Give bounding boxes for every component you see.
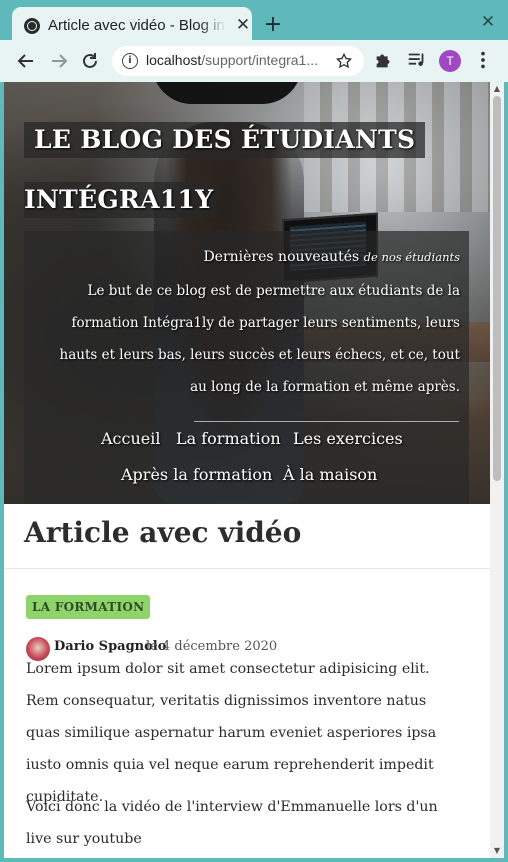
- globe-icon: [24, 18, 40, 34]
- nav-link-a-la-maison[interactable]: À la maison: [283, 464, 377, 486]
- browser-toolbar: i localhost/support/integra1... T: [0, 40, 508, 82]
- site-title-line1[interactable]: LE BLOG DES ÉTUDIANTS: [24, 122, 426, 158]
- arrow-right-icon: [52, 54, 68, 68]
- back-button[interactable]: [14, 49, 38, 73]
- page-scrollbar[interactable]: ▲ ▼: [490, 82, 504, 858]
- site-description: Le but de ce blog est de permettre aux é…: [59, 283, 461, 395]
- profile-avatar[interactable]: T: [439, 50, 461, 72]
- hero-info-box: Dernières nouveautés de nos étudiants Le…: [24, 231, 469, 504]
- hero-banner: LE BLOG DES ÉTUDIANTS INTÉGRA11Y Dernièr…: [4, 82, 490, 504]
- browser-window: Article avec vidéo - Blog intégra1ly ✕ +…: [0, 0, 508, 862]
- url-text[interactable]: localhost/support/integra1...: [146, 52, 326, 70]
- new-tab-button[interactable]: +: [262, 14, 284, 36]
- nav-link-accueil[interactable]: Accueil: [101, 428, 160, 450]
- tagline-sub: de nos étudiants: [363, 250, 460, 264]
- browser-menu-button[interactable]: [471, 49, 495, 73]
- article-paragraph: Lorem ipsum dolor sit amet consectetur a…: [26, 661, 437, 805]
- article-paragraph: Voici donc la vidéo de l'interview d'Emm…: [26, 799, 438, 847]
- article-header: Article avec vidéo: [4, 504, 490, 569]
- arrow-left-icon: [17, 54, 33, 68]
- puzzle-icon: [376, 54, 390, 68]
- url-host: localhost: [146, 52, 202, 68]
- main-navigation: Accueil La formation Les exercices Après…: [24, 423, 469, 503]
- info-icon[interactable]: i: [122, 53, 138, 69]
- article-body: LA FORMATION Dario Spagnolo le 4 décembr…: [4, 569, 490, 858]
- address-bar[interactable]: i localhost/support/integra1...: [112, 46, 364, 76]
- scroll-down-arrow-icon[interactable]: ▼: [490, 844, 504, 858]
- reload-icon: [83, 53, 97, 68]
- forward-button[interactable]: [47, 49, 71, 73]
- extensions-button[interactable]: [372, 49, 396, 73]
- scrollbar-thumb[interactable]: [493, 96, 501, 481]
- tagline-main: Dernières nouveautés: [203, 249, 360, 265]
- hero-divider: [194, 421, 459, 422]
- nav-link-apres-la-formation[interactable]: Après la formation: [121, 464, 272, 486]
- site-title-line2[interactable]: INTÉGRA11Y: [24, 182, 218, 218]
- bookmark-star-icon[interactable]: [334, 50, 354, 72]
- site-tagline: Dernières nouveautés de nos étudiants: [30, 247, 460, 267]
- tab-close-icon[interactable]: ✕: [234, 16, 252, 34]
- page-viewport: LE BLOG DES ÉTUDIANTS INTÉGRA11Y Dernièr…: [4, 82, 490, 858]
- article-title: Article avec vidéo: [24, 516, 302, 549]
- reload-button[interactable]: [78, 49, 102, 73]
- kebab-menu-icon: [481, 51, 485, 69]
- url-path: /support/integra1...: [201, 52, 319, 68]
- window-close-icon[interactable]: ✕: [478, 12, 498, 32]
- media-queue-button[interactable]: [405, 49, 429, 73]
- scroll-up-arrow-icon[interactable]: ▲: [490, 82, 504, 96]
- nav-link-les-exercices[interactable]: Les exercices: [293, 428, 403, 450]
- media-queue-icon: [408, 53, 424, 66]
- tab-title: Article avec vidéo - Blog intégra1ly: [48, 17, 226, 34]
- nav-link-la-formation[interactable]: La formation: [176, 428, 281, 450]
- category-badge[interactable]: LA FORMATION: [26, 595, 151, 619]
- post-date: le 4 décembre 2020: [146, 639, 278, 654]
